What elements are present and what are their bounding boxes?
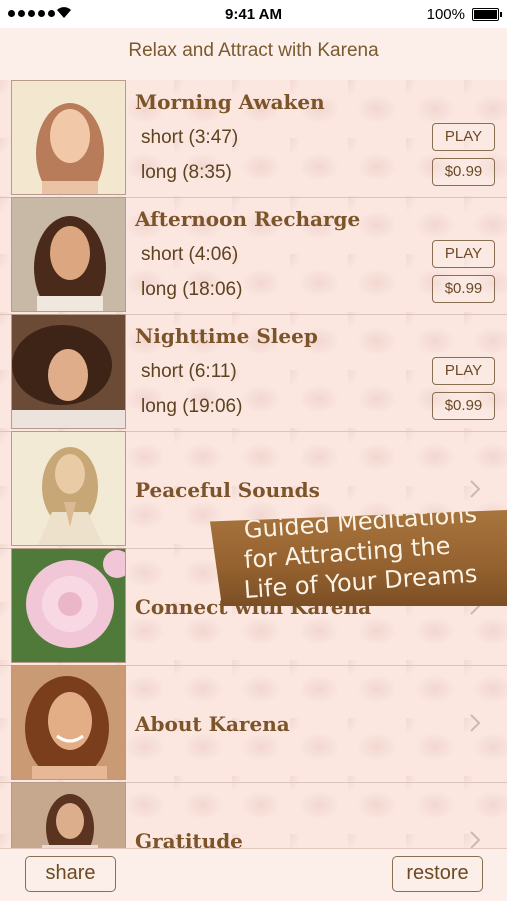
restore-button[interactable]: restore [392, 856, 483, 892]
row-title: Gratitude [135, 829, 243, 848]
buy-button[interactable]: $0.99 [432, 392, 495, 420]
battery-icon [472, 8, 502, 21]
track-long-label: long (19:06) [141, 396, 243, 417]
track-short-label: short (4:06) [141, 244, 239, 265]
row-title: Morning Awaken [135, 90, 325, 114]
row-title: Afternoon Recharge [135, 207, 361, 231]
connect-with-karena-photo [11, 548, 126, 663]
list-item-morning-awaken: Morning Awaken short (3:47) PLAY long (8… [0, 80, 507, 198]
track-long-label: long (18:06) [141, 279, 243, 300]
gratitude-photo [11, 782, 126, 848]
buy-button[interactable]: $0.99 [432, 275, 495, 303]
list-item-afternoon-recharge: Afternoon Recharge short (4:06) PLAY lon… [0, 197, 507, 315]
row-title: About Karena [135, 712, 290, 736]
chevron-right-icon [470, 714, 481, 732]
battery-percent: 100% [426, 6, 465, 23]
list-item-nighttime-sleep: Nighttime Sleep short (6:11) PLAY long (… [0, 314, 507, 432]
page-title: Relax and Attract with Karena [128, 40, 379, 61]
track-long-label: long (8:35) [141, 162, 232, 183]
track-short-label: short (3:47) [141, 127, 239, 148]
bottom-toolbar: share restore [0, 848, 507, 901]
meditation-list[interactable]: Morning Awaken short (3:47) PLAY long (8… [0, 80, 507, 848]
chevron-right-icon [470, 831, 481, 848]
status-bar: 9:41 AM 100% [0, 0, 507, 28]
row-title: Nighttime Sleep [135, 324, 318, 348]
play-button[interactable]: PLAY [432, 123, 495, 151]
afternoon-recharge-photo [11, 197, 126, 312]
chevron-right-icon [470, 480, 481, 498]
buy-button[interactable]: $0.99 [432, 158, 495, 186]
row-title: Peaceful Sounds [135, 478, 320, 502]
promo-banner: Guided Meditations for Attracting the Li… [210, 510, 507, 606]
morning-awaken-photo [11, 80, 126, 195]
track-short-label: short (6:11) [141, 361, 237, 382]
nighttime-sleep-photo [11, 314, 126, 429]
list-item-gratitude[interactable]: Gratitude [0, 782, 507, 848]
play-button[interactable]: PLAY [432, 240, 495, 268]
peaceful-sounds-photo [11, 431, 126, 546]
about-karena-photo [11, 665, 126, 780]
play-button[interactable]: PLAY [432, 357, 495, 385]
share-button[interactable]: share [25, 856, 116, 892]
navigation-bar: Relax and Attract with Karena [0, 28, 507, 81]
list-item-about-karena[interactable]: About Karena [0, 665, 507, 783]
